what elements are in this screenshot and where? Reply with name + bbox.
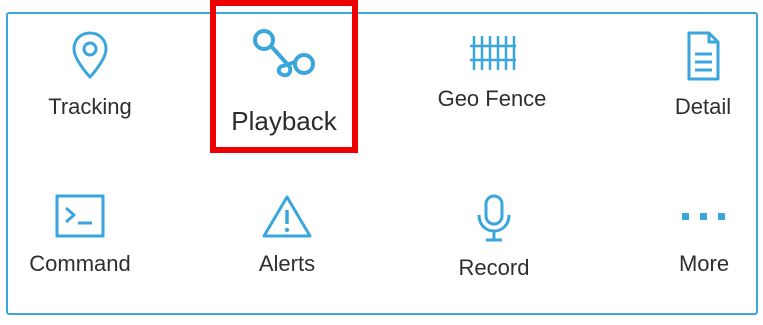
document-icon (613, 30, 763, 82)
menu-item-label: Alerts (258, 251, 316, 276)
route-playback-icon (210, 26, 358, 82)
fence-icon (402, 30, 582, 74)
menu-item-more[interactable]: More (614, 193, 763, 277)
menu-item-alerts[interactable]: Alerts (197, 193, 377, 277)
more-dots-icon (614, 193, 763, 239)
menu-item-command[interactable]: Command (0, 193, 170, 277)
menu-item-label: More (678, 251, 730, 276)
menu-item-label: Playback (231, 106, 337, 136)
menu-item-geo-fence[interactable]: Geo Fence (402, 30, 582, 112)
menu-item-tracking[interactable]: Tracking (0, 30, 180, 120)
menu-item-label: Geo Fence (437, 86, 547, 111)
terminal-icon (0, 193, 170, 239)
menu-item-detail[interactable]: Detail (613, 30, 763, 120)
menu-item-label: Detail (674, 94, 732, 119)
menu-item-label: Record (458, 255, 530, 280)
menu-item-record[interactable]: Record (404, 193, 584, 281)
warning-icon (197, 193, 377, 239)
menu-item-playback[interactable]: Playback (210, 0, 358, 153)
menu-item-label: Command (29, 251, 131, 276)
microphone-icon (404, 193, 584, 243)
location-pin-icon (0, 30, 180, 82)
menu-item-label: Tracking (48, 94, 132, 119)
